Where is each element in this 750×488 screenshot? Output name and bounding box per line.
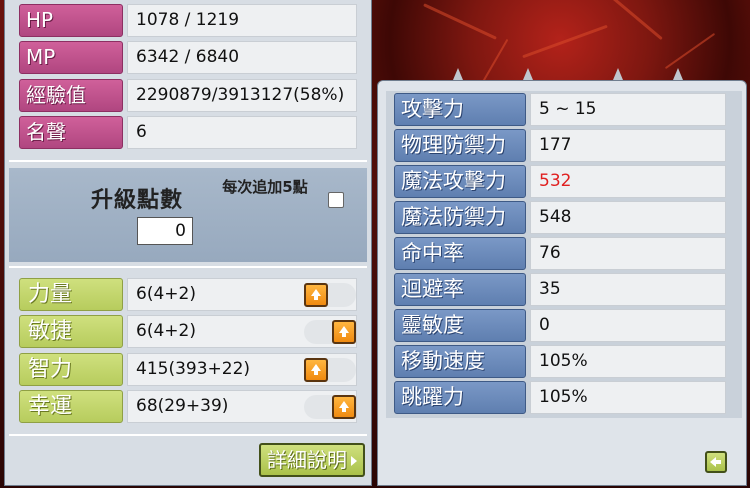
spike-decoration xyxy=(523,68,533,80)
luk-up-button[interactable] xyxy=(332,395,356,419)
divider xyxy=(9,160,367,162)
str-row: 力量 6(4+2) xyxy=(19,278,367,311)
detail-button-label: 詳細說明 xyxy=(267,448,347,472)
luk-label: 幸運 xyxy=(19,390,123,423)
fame-value: 6 xyxy=(127,116,357,149)
detail-label: 靈敏度 xyxy=(394,309,526,342)
detail-row-accuracy: 命中率 76 xyxy=(394,237,726,270)
detail-value: 105% xyxy=(530,381,726,414)
detail-row-magic-atk: 魔法攻擊力 532 xyxy=(394,165,726,198)
divider xyxy=(9,434,367,436)
fame-row: 名聲 6 xyxy=(19,116,367,149)
detail-label: 命中率 xyxy=(394,237,526,270)
stat-window-detail: 攻擊力 5 ~ 15 物理防禦力 177 魔法攻擊力 532 魔法防禦力 548… xyxy=(377,80,747,486)
detail-value: 177 xyxy=(530,129,726,162)
detail-row-speed: 移動速度 105% xyxy=(394,345,726,378)
detail-value: 76 xyxy=(530,237,726,270)
exp-row: 經驗值 2290879/3913127(58%) xyxy=(19,79,367,112)
ap-label: 升級點數 xyxy=(91,188,184,213)
detail-row-weapon-def: 物理防禦力 177 xyxy=(394,129,726,162)
fame-label: 名聲 xyxy=(19,116,123,149)
luk-row: 幸運 68(29+39) xyxy=(19,390,367,423)
str-label: 力量 xyxy=(19,278,123,311)
dex-up-button[interactable] xyxy=(332,320,356,344)
hp-row: HP 1078 / 1219 xyxy=(19,4,367,37)
detail-label: 魔法防禦力 xyxy=(394,201,526,234)
detail-value: 35 xyxy=(530,273,726,306)
ap-value-field[interactable]: 0 xyxy=(137,217,193,245)
collapse-button[interactable] xyxy=(705,451,727,473)
detail-label: 攻擊力 xyxy=(394,93,526,126)
detail-value: 532 xyxy=(530,165,726,198)
detail-value: 5 ~ 15 xyxy=(530,93,726,126)
detail-row-attack: 攻擊力 5 ~ 15 xyxy=(394,93,726,126)
dex-row: 敏捷 6(4+2) xyxy=(19,315,367,348)
str-toggle xyxy=(304,283,356,307)
detail-label: 魔法攻擊力 xyxy=(394,165,526,198)
detail-value: 548 xyxy=(530,201,726,234)
exp-value: 2290879/3913127(58%) xyxy=(127,79,357,112)
hp-value: 1078 / 1219 xyxy=(127,4,357,37)
mp-row: MP 6342 / 6840 xyxy=(19,41,367,74)
detail-row-hands: 靈敏度 0 xyxy=(394,309,726,342)
detail-stats-panel: 攻擊力 5 ~ 15 物理防禦力 177 魔法攻擊力 532 魔法防禦力 548… xyxy=(386,91,742,418)
int-toggle xyxy=(304,358,356,382)
dex-label: 敏捷 xyxy=(19,315,123,348)
detail-label: 迴避率 xyxy=(394,273,526,306)
detail-row-avoid: 迴避率 35 xyxy=(394,273,726,306)
detail-value: 0 xyxy=(530,309,726,342)
hp-label: HP xyxy=(19,4,123,37)
spike-decoration xyxy=(453,68,463,80)
luk-toggle xyxy=(304,395,356,419)
auto-add-label: 每次追加5點 xyxy=(222,178,308,196)
stat-window-main: HP 1078 / 1219 MP 6342 / 6840 經驗值 229087… xyxy=(4,0,372,486)
right-arrow-icon xyxy=(351,456,357,466)
detail-label: 移動速度 xyxy=(394,345,526,378)
int-label: 智力 xyxy=(19,353,123,386)
divider xyxy=(9,266,367,268)
str-up-button[interactable] xyxy=(304,283,328,307)
detail-label: 物理防禦力 xyxy=(394,129,526,162)
detail-row-jump: 跳躍力 105% xyxy=(394,381,726,414)
detail-value: 105% xyxy=(530,345,726,378)
int-row: 智力 415(393+22) xyxy=(19,353,367,386)
spike-decoration xyxy=(673,68,683,80)
dex-toggle xyxy=(304,320,356,344)
ap-section: 升級點數 0 每次追加5點 xyxy=(9,168,367,262)
mp-value: 6342 / 6840 xyxy=(127,41,357,74)
int-up-button[interactable] xyxy=(304,358,328,382)
detail-label: 跳躍力 xyxy=(394,381,526,414)
auto-add-checkbox[interactable] xyxy=(328,192,344,208)
spike-decoration xyxy=(613,68,623,80)
detail-button[interactable]: 詳細說明 xyxy=(259,443,365,477)
exp-label: 經驗值 xyxy=(19,79,123,112)
detail-row-magic-def: 魔法防禦力 548 xyxy=(394,201,726,234)
mp-label: MP xyxy=(19,41,123,74)
